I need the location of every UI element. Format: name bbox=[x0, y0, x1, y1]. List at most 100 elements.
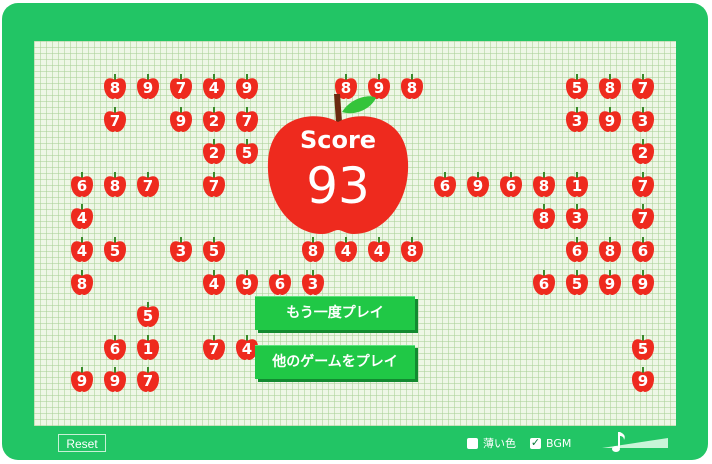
apple-number: 9 bbox=[637, 275, 649, 293]
apple-tile[interactable]: 8 bbox=[102, 172, 128, 198]
apple-number: 8 bbox=[406, 242, 418, 260]
apple-number: 6 bbox=[538, 275, 550, 293]
apple-number: 5 bbox=[208, 242, 220, 260]
apple-tile[interactable]: 9 bbox=[234, 74, 260, 100]
apple-number: 9 bbox=[175, 112, 187, 130]
apple-tile[interactable]: 3 bbox=[564, 204, 590, 230]
apple-number: 4 bbox=[208, 275, 220, 293]
apple-tile[interactable]: 5 bbox=[135, 302, 161, 328]
apple-tile[interactable]: 8 bbox=[102, 74, 128, 100]
apple-tile[interactable]: 3 bbox=[564, 107, 590, 133]
apple-tile[interactable]: 5 bbox=[201, 237, 227, 263]
apple-number: 6 bbox=[274, 275, 286, 293]
apple-tile[interactable]: 7 bbox=[168, 74, 194, 100]
apple-tile[interactable]: 6 bbox=[564, 237, 590, 263]
apple-tile[interactable]: 1 bbox=[135, 335, 161, 361]
checkmark-icon: ✓ bbox=[530, 436, 541, 449]
apple-tile[interactable]: 4 bbox=[201, 74, 227, 100]
apple-number: 8 bbox=[76, 275, 88, 293]
apple-tile[interactable]: 7 bbox=[630, 74, 656, 100]
apple-tile[interactable]: 3 bbox=[168, 237, 194, 263]
pale-color-checkbox[interactable] bbox=[467, 438, 478, 449]
apple-number: 9 bbox=[637, 372, 649, 390]
apple-tile[interactable]: 7 bbox=[102, 107, 128, 133]
apple-number: 4 bbox=[208, 79, 220, 97]
volume-slider[interactable] bbox=[600, 430, 672, 456]
apple-number: 6 bbox=[109, 340, 121, 358]
apple-tile[interactable]: 7 bbox=[630, 172, 656, 198]
apple-tile[interactable]: 8 bbox=[69, 270, 95, 296]
music-note-icon bbox=[612, 432, 625, 452]
apple-tile[interactable]: 7 bbox=[234, 107, 260, 133]
apple-number: 9 bbox=[241, 275, 253, 293]
bgm-checkbox[interactable]: ✓ bbox=[530, 436, 541, 449]
apple-tile[interactable]: 9 bbox=[102, 367, 128, 393]
apple-tile[interactable]: 9 bbox=[69, 367, 95, 393]
apple-tile[interactable]: 9 bbox=[135, 74, 161, 100]
apple-number: 5 bbox=[142, 307, 154, 325]
apple-number: 8 bbox=[307, 242, 319, 260]
apple-tile[interactable]: 8 bbox=[531, 204, 557, 230]
apple-number: 8 bbox=[109, 177, 121, 195]
play-again-button[interactable]: もう一度プレイ bbox=[255, 296, 415, 330]
bgm-option[interactable]: ✓ BGM bbox=[530, 436, 580, 452]
apple-tile[interactable]: 9 bbox=[234, 270, 260, 296]
apple-number: 3 bbox=[571, 112, 583, 130]
apple-tile[interactable]: 5 bbox=[564, 270, 590, 296]
apple-tile[interactable]: 9 bbox=[597, 270, 623, 296]
apple-number: 5 bbox=[571, 275, 583, 293]
score-label: Score bbox=[299, 126, 377, 154]
bgm-label: BGM bbox=[546, 437, 572, 450]
apple-tile[interactable]: 6 bbox=[498, 172, 524, 198]
apple-tile[interactable]: 4 bbox=[69, 237, 95, 263]
apple-tile[interactable]: 8 bbox=[597, 237, 623, 263]
apple-number: 5 bbox=[241, 144, 253, 162]
apple-tile[interactable]: 3 bbox=[300, 270, 326, 296]
pale-color-option[interactable]: 薄い色 bbox=[467, 436, 527, 452]
apple-number: 6 bbox=[637, 242, 649, 260]
apple-tile[interactable]: 1 bbox=[564, 172, 590, 198]
apple-tile[interactable]: 9 bbox=[630, 367, 656, 393]
apple-tile[interactable]: 7 bbox=[135, 367, 161, 393]
apple-tile[interactable]: 8 bbox=[597, 74, 623, 100]
apple-tile[interactable]: 6 bbox=[267, 270, 293, 296]
apple-number: 7 bbox=[637, 209, 649, 227]
apple-tile[interactable]: 6 bbox=[432, 172, 458, 198]
apple-tile[interactable]: 5 bbox=[630, 335, 656, 361]
apple-tile[interactable]: 2 bbox=[630, 139, 656, 165]
apple-tile[interactable]: 7 bbox=[201, 172, 227, 198]
apple-number: 2 bbox=[637, 144, 649, 162]
apple-tile[interactable]: 2 bbox=[201, 139, 227, 165]
apple-tile[interactable]: 6 bbox=[102, 335, 128, 361]
reset-button[interactable]: Reset bbox=[58, 434, 106, 452]
apple-tile[interactable]: 9 bbox=[465, 172, 491, 198]
apple-tile[interactable]: 6 bbox=[531, 270, 557, 296]
apple-number: 7 bbox=[637, 177, 649, 195]
score-value: 93 bbox=[306, 157, 370, 215]
apple-number: 6 bbox=[439, 177, 451, 195]
apple-number: 6 bbox=[505, 177, 517, 195]
apple-tile[interactable]: 4 bbox=[69, 204, 95, 230]
apple-number: 1 bbox=[142, 340, 154, 358]
apple-tile[interactable]: 4 bbox=[201, 270, 227, 296]
apple-tile[interactable]: 7 bbox=[135, 172, 161, 198]
apple-tile[interactable]: 7 bbox=[630, 204, 656, 230]
apple-tile[interactable]: 5 bbox=[234, 139, 260, 165]
apple-tile[interactable]: 9 bbox=[630, 270, 656, 296]
apple-tile[interactable]: 2 bbox=[201, 107, 227, 133]
other-games-button[interactable]: 他のゲームをプレイ bbox=[255, 345, 415, 379]
apple-tile[interactable]: 7 bbox=[201, 335, 227, 361]
apple-tile[interactable]: 3 bbox=[630, 107, 656, 133]
apple-tile[interactable]: 9 bbox=[597, 107, 623, 133]
apple-number: 8 bbox=[604, 242, 616, 260]
apple-tile[interactable]: 6 bbox=[69, 172, 95, 198]
apple-tile[interactable]: 6 bbox=[630, 237, 656, 263]
apple-tile[interactable]: 8 bbox=[531, 172, 557, 198]
apple-number: 3 bbox=[175, 242, 187, 260]
apple-tile[interactable]: 5 bbox=[102, 237, 128, 263]
apple-tile[interactable]: 9 bbox=[168, 107, 194, 133]
apple-tile[interactable]: 5 bbox=[564, 74, 590, 100]
apple-number: 3 bbox=[307, 275, 319, 293]
apple-number: 9 bbox=[472, 177, 484, 195]
apple-number: 4 bbox=[373, 242, 385, 260]
